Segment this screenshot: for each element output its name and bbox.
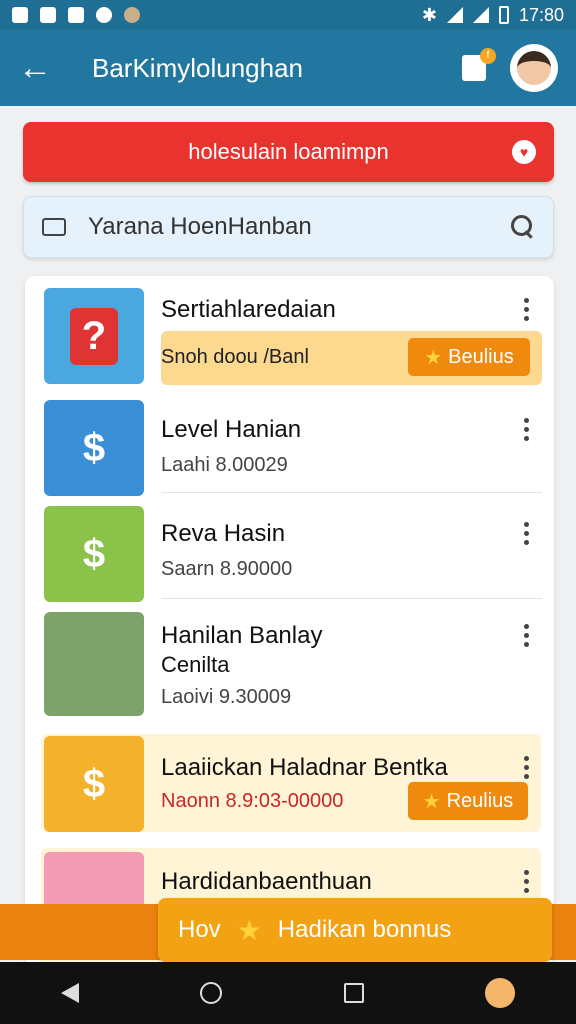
list-item[interactable]: Hanilan Banlay Cenilta Laoivi 9.30009 (25, 600, 554, 724)
bonus-button-label: Reulius (446, 789, 514, 812)
system-nav-bar (0, 962, 576, 1024)
divider (161, 598, 542, 599)
more-options-icon[interactable] (524, 870, 530, 893)
star-icon: ★ (424, 346, 443, 369)
heart-icon[interactable]: ♥ (512, 140, 536, 164)
more-options-icon[interactable] (524, 298, 530, 321)
status-bar: ✱ 17:80 (0, 0, 576, 30)
house-photo (44, 612, 144, 716)
offers-list: ? Sertiahlaredaian Snoh doou /Banl ★ Beu… (25, 276, 554, 966)
item-title: Laaiickan Haladnar Bentka (161, 754, 448, 781)
avatar-face-icon (517, 51, 551, 85)
back-arrow-icon[interactable]: ← (18, 51, 62, 85)
settings-icon (124, 7, 140, 23)
message-icon (42, 218, 66, 236)
bonus-button[interactable]: ★ Reulius (408, 782, 528, 820)
bonus-button-label: Beulius (448, 345, 514, 368)
item-amount: Saarn 8.90000 (161, 558, 293, 580)
assistant-avatar-icon[interactable] (485, 978, 516, 1008)
more-options-icon[interactable] (524, 418, 530, 441)
more-options-icon[interactable] (524, 624, 530, 647)
promo-label: holesulain loamimpn (188, 139, 389, 164)
bonus-cta-button[interactable]: Hov ★ Hadikan bonnus (158, 898, 552, 962)
item-status: Snoh doou /Banl (161, 346, 309, 368)
wifi-icon (446, 7, 463, 23)
item-title: Reva Hasin (161, 520, 286, 547)
vpn-icon (96, 7, 112, 23)
nav-recents-icon[interactable] (343, 983, 364, 1003)
nav-back-icon[interactable] (60, 983, 79, 1003)
treasure-box-icon: $ (44, 506, 144, 602)
status-system-icons: ✱ 17:80 (422, 5, 564, 26)
item-title-line2: Cenilta (161, 652, 230, 677)
app-bar: ← BarKimylolunghan f (0, 30, 576, 106)
status-notification-icons (12, 7, 140, 23)
photo-icon (68, 7, 84, 23)
gift-box-icon: ? (44, 288, 144, 384)
signal-icon (472, 7, 489, 23)
item-amount: Laahi 8.00029 (161, 454, 288, 476)
item-title: Sertiahlaredaian (161, 296, 336, 323)
search-icon[interactable] (511, 215, 535, 239)
search-bar[interactable]: Yarana HoenHanban (23, 196, 554, 258)
item-title: Hardidanbaenthuan (161, 868, 372, 895)
list-item[interactable]: $ Reva Hasin Saarn 8.90000 (25, 492, 554, 602)
cart-badge: f (480, 48, 496, 64)
item-amount: Laoivi 9.30009 (161, 686, 292, 708)
money-box-icon: $ (44, 400, 144, 496)
mail-icon (40, 7, 56, 23)
page-title: BarKimylolunghan (92, 52, 304, 83)
list-item[interactable]: ? Sertiahlaredaian Snoh doou /Banl ★ Beu… (25, 276, 554, 388)
grid-options-icon[interactable] (524, 756, 530, 779)
status-time: 17:80 (518, 4, 564, 25)
money-sign-icon: $ (44, 736, 144, 832)
more-options-icon[interactable] (524, 522, 530, 545)
list-item[interactable]: $ Laaiickan Haladnar Bentka Naonn 8.9:03… (25, 734, 554, 834)
app-icon (12, 7, 28, 23)
item-title: Level Hanian (161, 416, 302, 443)
bonus-cta-label: Hadikan bonnus (277, 916, 452, 943)
promo-banner[interactable]: holesulain loamimpn ♥ (23, 122, 554, 182)
star-icon: ★ (236, 914, 262, 946)
bonus-button[interactable]: ★ Beulius (408, 338, 530, 376)
search-input[interactable]: Yarana HoenHanban (88, 213, 312, 241)
item-amount: Naonn 8.9:03-00000 (161, 790, 344, 812)
battery-icon (498, 6, 509, 24)
cart-button[interactable]: f (456, 48, 496, 86)
avatar[interactable] (510, 44, 558, 92)
star-icon: ★ (422, 790, 441, 813)
item-title: Hanilan Banlay (161, 622, 323, 649)
list-item[interactable]: $ Level Hanian Laahi 8.00029 (25, 388, 554, 496)
bonus-cta-prefix: Hov (178, 916, 221, 943)
nav-home-icon[interactable] (200, 982, 223, 1004)
bluetooth-icon: ✱ (421, 4, 437, 25)
